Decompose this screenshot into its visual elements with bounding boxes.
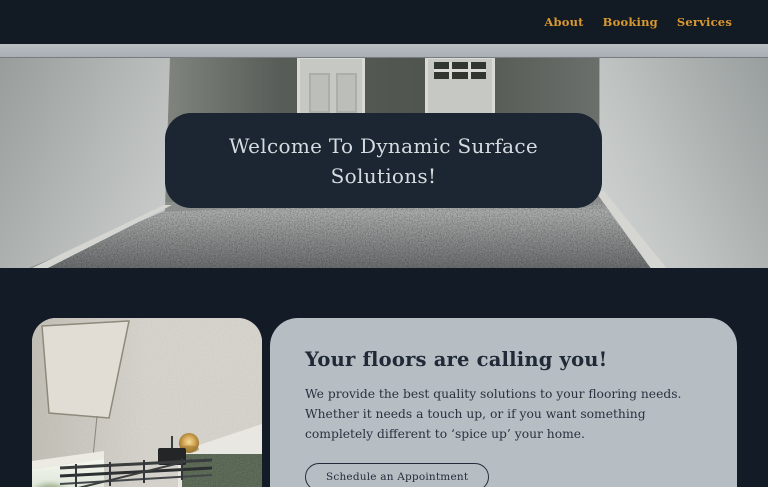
nav-link-services[interactable]: Services <box>677 15 732 29</box>
intro-body: We provide the best quality solutions to… <box>305 387 682 442</box>
garage-photo <box>32 318 262 487</box>
hero-title: Welcome To Dynamic Surface Solutions! <box>228 133 539 188</box>
main-nav: About Booking Services <box>544 15 768 29</box>
page: About Booking Services Welcome To Dynami… <box>0 0 768 487</box>
intro-card: Your floors are calling you! We provide … <box>270 318 737 487</box>
hero-photo: Welcome To Dynamic Surface Solutions! <box>0 44 768 268</box>
hero-title-card: Welcome To Dynamic Surface Solutions! <box>165 113 602 208</box>
intro-heading: Your floors are calling you! <box>305 348 608 371</box>
garage-photo-art <box>32 318 262 487</box>
schedule-appointment-button[interactable]: Schedule an Appointment <box>305 463 490 487</box>
site-header: About Booking Services <box>0 0 768 44</box>
hero-ceiling <box>0 44 768 58</box>
nav-link-about[interactable]: About <box>544 15 583 29</box>
nav-link-booking[interactable]: Booking <box>603 15 658 29</box>
